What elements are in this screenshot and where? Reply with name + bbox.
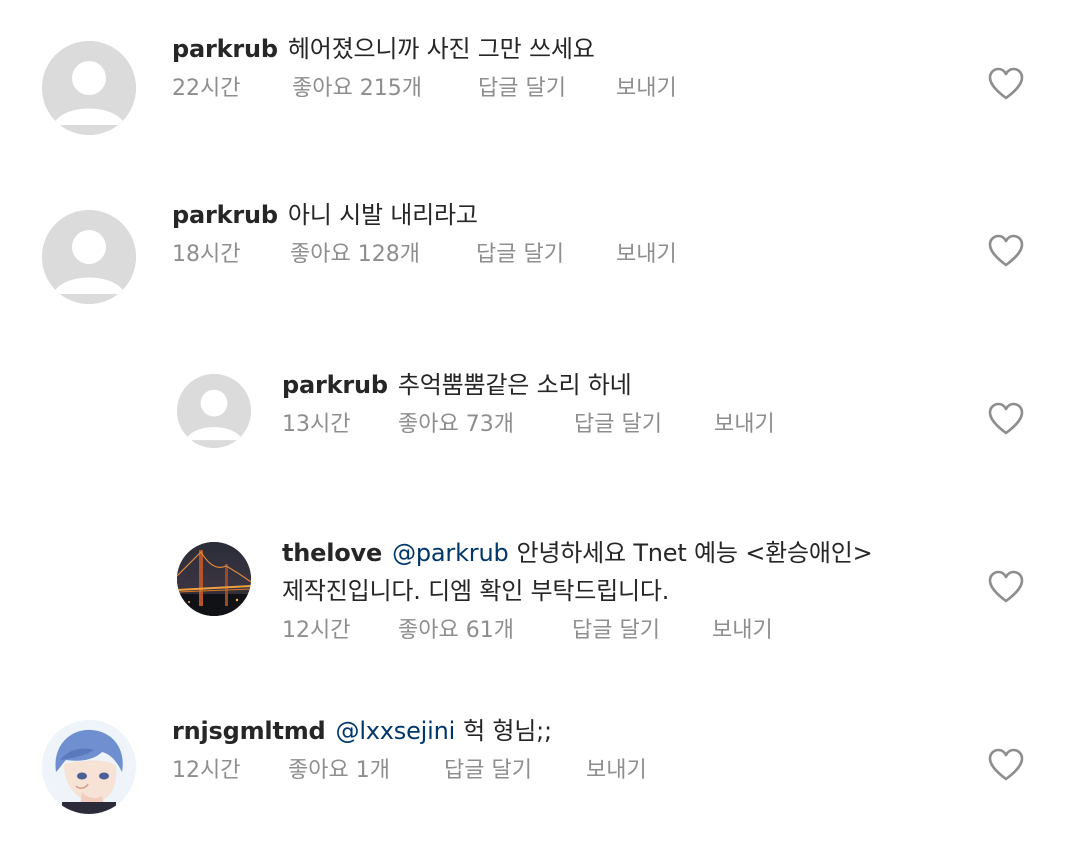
- comment-item: rnjsgmltmd @lxxsejini 헉 형님;; 12시간 좋아요 1개 답글 …: [0, 690, 1080, 860]
- avatar[interactable]: [42, 720, 136, 814]
- comment-time: 13시간: [282, 412, 351, 437]
- comment-meta: 13시간 좋아요 73개 답글 달기 보내기: [282, 410, 775, 440]
- comment-text-line: parkrub 헤어졌으니까 사진 그만 쓰세요: [172, 30, 677, 68]
- comment-text-line: rnjsgmltmd @lxxsejini 헉 형님;;: [172, 712, 647, 750]
- comment-item: parkrub 아니 시발 내리라고 18시간 좋아요 128개 답글 달기 보내기: [0, 170, 1080, 340]
- comment-body: parkrub 아니 시발 내리라고 18시간 좋아요 128개 답글 달기 보내기: [172, 196, 677, 270]
- comment-likes[interactable]: 좋아요 61개: [398, 616, 572, 646]
- default-avatar-icon: [42, 41, 136, 135]
- comment-meta: 22시간 좋아요 215개 답글 달기 보내기: [172, 74, 677, 104]
- mention-link[interactable]: @parkrub: [392, 539, 509, 567]
- send-button[interactable]: 보내기: [586, 756, 647, 786]
- comment-time: 12시간: [172, 758, 241, 783]
- heart-icon[interactable]: [988, 234, 1024, 268]
- comment-meta: 12시간 좋아요 1개 답글 달기 보내기: [172, 756, 647, 786]
- comment-username[interactable]: parkrub: [172, 201, 278, 229]
- bridge-photo-icon: [177, 542, 251, 616]
- comment-time: 18시간: [172, 242, 241, 267]
- anime-avatar-icon: [42, 720, 136, 814]
- default-avatar-icon: [177, 374, 251, 448]
- comment-item: parkrub 헤어졌으니까 사진 그만 쓰세요 22시간 좋아요 215개 답글 달…: [0, 0, 1080, 170]
- send-button[interactable]: 보내기: [616, 240, 677, 270]
- comment-time: 12시간: [282, 618, 351, 643]
- send-button[interactable]: 보내기: [712, 616, 773, 646]
- comment-likes[interactable]: 좋아요 215개: [292, 74, 478, 104]
- comment-meta: 12시간 좋아요 61개 답글 달기 보내기: [282, 616, 873, 646]
- reply-button[interactable]: 답글 달기: [444, 756, 586, 786]
- heart-icon[interactable]: [988, 748, 1024, 782]
- reply-button[interactable]: 답글 달기: [572, 616, 712, 646]
- reply-button[interactable]: 답글 달기: [478, 74, 616, 104]
- comment-likes[interactable]: 좋아요 128개: [290, 240, 476, 270]
- comment-text-line-2: 제작진입니다. 디엠 확인 부탁드립니다.: [282, 577, 670, 605]
- mention-link[interactable]: @lxxsejini: [336, 717, 456, 745]
- comment-text: 헤어졌으니까 사진 그만 쓰세요: [287, 35, 595, 63]
- comment-text: 안녕하세요 Tnet 예능 <환승애인>: [516, 539, 873, 567]
- reply-button[interactable]: 답글 달기: [476, 240, 616, 270]
- avatar[interactable]: [177, 374, 251, 448]
- send-button[interactable]: 보내기: [616, 74, 677, 104]
- comment-username[interactable]: parkrub: [172, 35, 278, 63]
- comment-body: parkrub 추억뿜뿜같은 소리 하네 13시간 좋아요 73개 답글 달기 보내기: [282, 366, 775, 440]
- reply-item: thelove @parkrub 안녕하세요 Tnet 예능 <환승애인> 제작진입…: [0, 510, 1080, 690]
- comment-text: 헉 형님;;: [463, 717, 552, 745]
- comment-username[interactable]: parkrub: [282, 371, 388, 399]
- comment-text-line: parkrub 아니 시발 내리라고: [172, 196, 677, 234]
- avatar[interactable]: [42, 41, 136, 135]
- heart-icon[interactable]: [988, 67, 1024, 101]
- comment-body: rnjsgmltmd @lxxsejini 헉 형님;; 12시간 좋아요 1개 답글 …: [172, 712, 647, 786]
- reply-button[interactable]: 답글 달기: [574, 410, 714, 440]
- comment-time: 22시간: [172, 76, 241, 101]
- comment-body: thelove @parkrub 안녕하세요 Tnet 예능 <환승애인> 제작진입…: [282, 534, 873, 646]
- comment-text-line: thelove @parkrub 안녕하세요 Tnet 예능 <환승애인>: [282, 534, 873, 572]
- avatar[interactable]: [177, 542, 251, 616]
- comment-text: 아니 시발 내리라고: [287, 201, 478, 229]
- comment-text: 추억뿜뿜같은 소리 하네: [397, 371, 632, 399]
- send-button[interactable]: 보내기: [714, 410, 775, 440]
- default-avatar-icon: [42, 210, 136, 304]
- heart-icon[interactable]: [988, 402, 1024, 436]
- heart-icon[interactable]: [988, 570, 1024, 604]
- comment-username[interactable]: rnjsgmltmd: [172, 717, 326, 745]
- comment-username[interactable]: thelove: [282, 539, 382, 567]
- reply-item: parkrub 추억뿜뿜같은 소리 하네 13시간 좋아요 73개 답글 달기 보내기: [0, 340, 1080, 510]
- avatar[interactable]: [42, 210, 136, 304]
- comment-meta: 18시간 좋아요 128개 답글 달기 보내기: [172, 240, 677, 270]
- comment-body: parkrub 헤어졌으니까 사진 그만 쓰세요 22시간 좋아요 215개 답글 달…: [172, 30, 677, 104]
- comment-likes[interactable]: 좋아요 73개: [398, 410, 574, 440]
- comment-likes[interactable]: 좋아요 1개: [288, 756, 444, 786]
- comment-text-line: parkrub 추억뿜뿜같은 소리 하네: [282, 366, 775, 404]
